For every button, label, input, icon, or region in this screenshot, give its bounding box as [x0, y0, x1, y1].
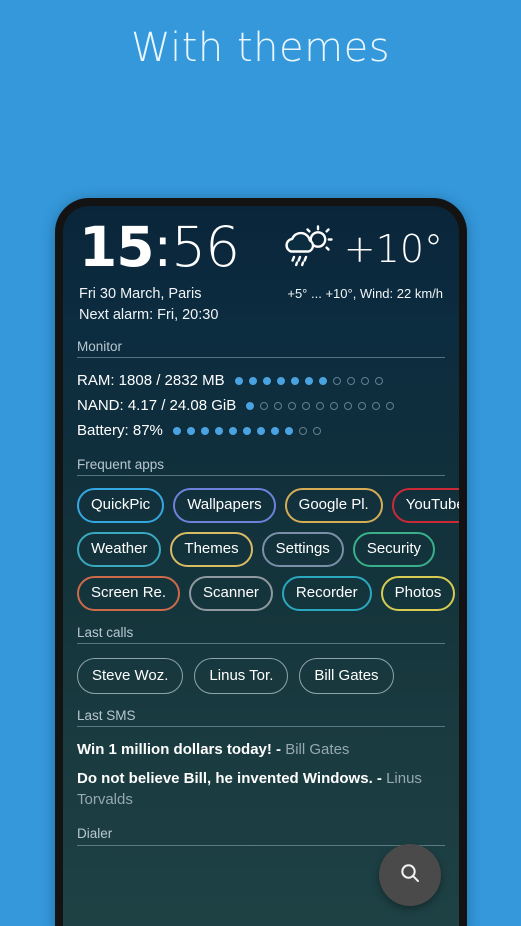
monitor-row-label: Battery: 87% [77, 422, 163, 439]
frequent-apps-row: Screen Re. Scanner Recorder Photos [77, 576, 456, 611]
clock-hours: 15 [79, 215, 155, 279]
sms-text: Do not believe Bill, he invented Windows… [77, 770, 387, 787]
gauge-dot [298, 426, 307, 435]
gauge-dot [288, 401, 297, 410]
sms-item[interactable]: Do not believe Bill, he invented Windows… [77, 768, 445, 810]
last-calls-list: Steve Woz. Linus Tor. Bill Gates [77, 658, 445, 694]
phone-frame: 15:56 Fri 30 March, Paris Next alarm: Fr… [55, 198, 467, 926]
gauge-dot [228, 426, 237, 435]
app-chip-screen-re[interactable]: Screen Re. [77, 576, 181, 611]
gauge-dot [200, 426, 209, 435]
gauge-dot [318, 376, 327, 385]
app-chip-photos[interactable]: Photos [380, 576, 456, 611]
frequent-apps-row: Weather Themes Settings Security [77, 532, 445, 567]
gauge-dot [214, 426, 223, 435]
gauge-dot [274, 401, 283, 410]
app-chip-themes[interactable]: Themes [170, 532, 253, 567]
sun-behind-rain-cloud-icon [283, 224, 337, 273]
sms-text: Win 1 million dollars today! - [77, 741, 286, 758]
gauge-dot [248, 376, 257, 385]
page-title: With themes [130, 24, 391, 71]
clock-minutes: 56 [171, 215, 240, 279]
app-chip-wallpapers[interactable]: Wallpapers [173, 488, 276, 523]
app-chip-weather[interactable]: Weather [77, 532, 162, 567]
monitor-row: Battery: 87% [77, 418, 445, 443]
clock-weather-block: 15:56 Fri 30 March, Paris Next alarm: Fr… [77, 206, 445, 325]
gauge-dot [290, 376, 299, 385]
clock-colon: : [153, 215, 173, 279]
monitor-row-gauge [234, 376, 383, 385]
monitor-row-label: RAM: 1808 / 2832 MB [77, 372, 225, 389]
app-chip-google-pl[interactable]: Google Pl. [284, 488, 383, 523]
frequent-apps-row: QuickPic Wallpapers Google Pl. YouTube [77, 488, 459, 523]
gauge-dot [284, 426, 293, 435]
weather-widget[interactable]: +10° +5° ... +10°, Wind: 22 km/h [283, 218, 445, 301]
gauge-dot [186, 426, 195, 435]
section-header-monitor: Monitor [77, 339, 445, 358]
clock-widget[interactable]: 15:56 Fri 30 March, Paris Next alarm: Fr… [77, 215, 240, 325]
clock-date-location: Fri 30 March, Paris [79, 286, 202, 302]
gauge-dot [360, 376, 369, 385]
gauge-dot [302, 401, 311, 410]
last-sms-list: Win 1 million dollars today! - Bill Gate… [77, 739, 445, 810]
sms-item[interactable]: Win 1 million dollars today! - Bill Gate… [77, 739, 445, 760]
app-chip-quickpic[interactable]: QuickPic [77, 488, 165, 523]
gauge-dot [316, 401, 325, 410]
monitor-row: RAM: 1808 / 2832 MB [77, 368, 445, 393]
app-chip-security[interactable]: Security [352, 532, 435, 567]
section-header-frequent-apps: Frequent apps [77, 457, 445, 476]
call-chip-steve-woz[interactable]: Steve Woz. [77, 658, 184, 694]
frequent-apps-grid: QuickPic Wallpapers Google Pl. YouTube Weath… [77, 488, 459, 611]
gauge-dot [332, 376, 341, 385]
gauge-dot [304, 376, 313, 385]
gauge-dot [386, 401, 395, 410]
section-header-last-sms: Last SMS [77, 708, 445, 727]
gauge-dot [246, 401, 255, 410]
app-chip-youtube[interactable]: YouTube [391, 488, 459, 523]
gauge-dot [256, 426, 265, 435]
clock-next-alarm: Next alarm: Fri, 20:30 [79, 307, 219, 323]
monitor-list: RAM: 1808 / 2832 MB NAND: 4.17 / 24.08 Gi… [77, 368, 445, 443]
gauge-dot [234, 376, 243, 385]
gauge-dot [270, 426, 279, 435]
gauge-dot [242, 426, 251, 435]
monitor-row-gauge [172, 426, 321, 435]
app-chip-settings[interactable]: Settings [261, 532, 344, 567]
gauge-dot [344, 401, 353, 410]
search-fab-button[interactable] [379, 844, 441, 906]
call-chip-bill-gates[interactable]: Bill Gates [299, 658, 394, 694]
app-chip-recorder[interactable]: Recorder [281, 576, 372, 611]
app-chip-scanner[interactable]: Scanner [189, 576, 273, 611]
clock-time: 15:56 [79, 215, 240, 279]
gauge-dot [312, 426, 321, 435]
monitor-row-label: NAND: 4.17 / 24.08 GiB [77, 397, 237, 414]
gauge-dot [262, 376, 271, 385]
gauge-dot [372, 401, 381, 410]
gauge-dot [172, 426, 181, 435]
call-chip-linus-tor[interactable]: Linus Tor. [194, 658, 289, 694]
monitor-row: NAND: 4.17 / 24.08 GiB [77, 393, 445, 418]
gauge-dot [346, 376, 355, 385]
search-icon [398, 861, 422, 890]
section-header-last-calls: Last calls [77, 625, 445, 644]
weather-temperature: +10° [343, 226, 443, 271]
gauge-dot [330, 401, 339, 410]
gauge-dot [276, 376, 285, 385]
gauge-dot [358, 401, 367, 410]
section-header-dialer: Dialer [77, 826, 445, 846]
gauge-dot [374, 376, 383, 385]
weather-details: +5° ... +10°, Wind: 22 km/h [287, 286, 443, 301]
monitor-row-gauge [246, 401, 395, 410]
sms-sender: Bill Gates [285, 741, 350, 758]
gauge-dot [260, 401, 269, 410]
phone-screen: 15:56 Fri 30 March, Paris Next alarm: Fr… [63, 206, 459, 926]
